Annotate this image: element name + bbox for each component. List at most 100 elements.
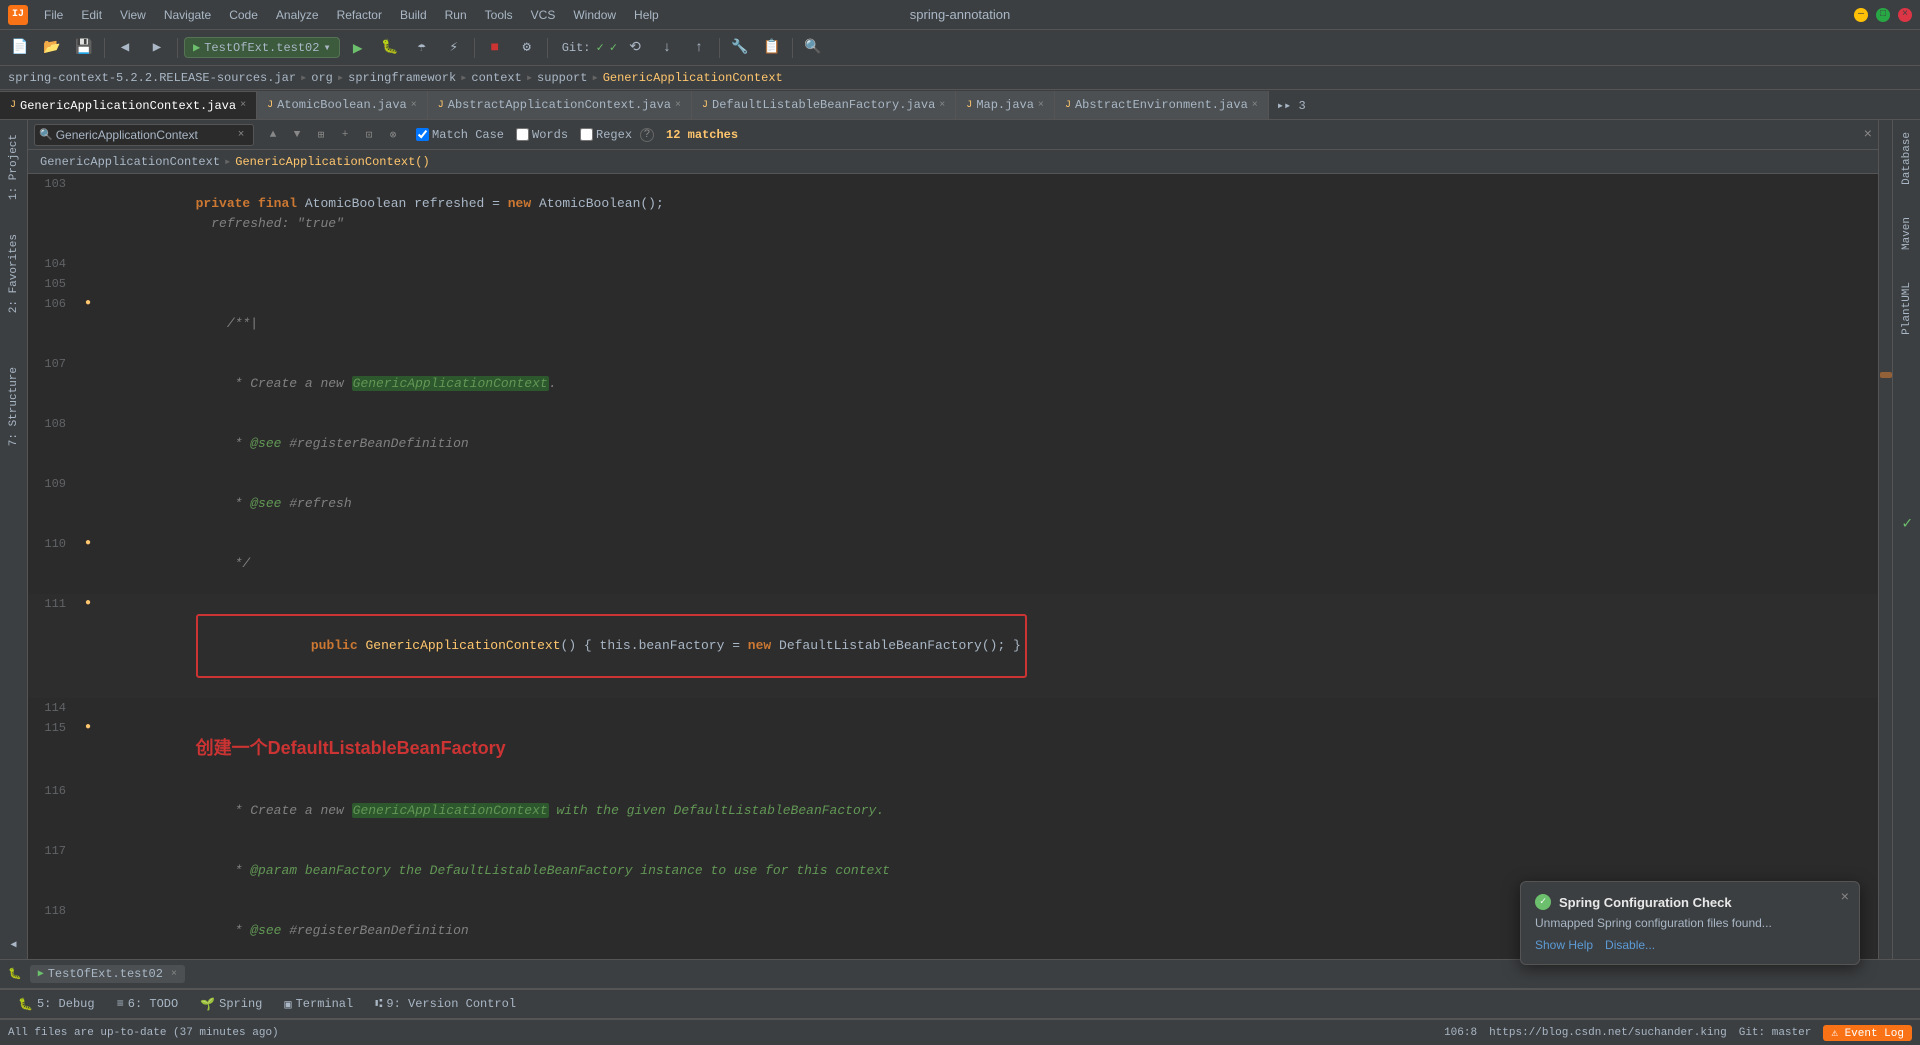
tab-abstract-application-context[interactable]: J AbstractApplicationContext.java ×: [428, 91, 692, 119]
menu-view[interactable]: View: [112, 6, 154, 24]
app-logo: IJ: [8, 5, 28, 25]
coverage-button[interactable]: ☂: [408, 34, 436, 62]
bottom-tab-spring[interactable]: 🌱 Spring: [190, 995, 272, 1014]
breadcrumb-springframework[interactable]: springframework: [348, 71, 456, 85]
menu-tools[interactable]: Tools: [477, 6, 521, 24]
next-match-button[interactable]: ▼: [286, 124, 308, 146]
menu-window[interactable]: Window: [565, 6, 624, 24]
words-checkbox[interactable]: [516, 128, 529, 141]
menu-analyze[interactable]: Analyze: [268, 6, 327, 24]
breadcrumb-support[interactable]: support: [537, 71, 587, 85]
regex-checkbox[interactable]: [580, 128, 593, 141]
match-case-option[interactable]: Match Case: [416, 128, 504, 142]
tab-default-listable[interactable]: J DefaultListableBeanFactory.java ×: [692, 91, 956, 119]
menu-vcs[interactable]: VCS: [523, 6, 564, 24]
menu-code[interactable]: Code: [221, 6, 266, 24]
code-scroll-area[interactable]: 103 private final AtomicBoolean refreshe…: [28, 174, 1878, 959]
menu-navigate[interactable]: Navigate: [156, 6, 219, 24]
debug-tab-testofext[interactable]: ▶ TestOfExt.test02 ×: [30, 965, 185, 983]
profile-button[interactable]: ⚡: [440, 34, 468, 62]
menu-run[interactable]: Run: [437, 6, 475, 24]
stop-button[interactable]: ■: [481, 34, 509, 62]
breadcrumb-jar[interactable]: spring-context-5.2.2.RELEASE-sources.jar: [8, 71, 296, 85]
bottom-tab-terminal[interactable]: ▣ Terminal: [274, 995, 363, 1014]
add-occurrence-button[interactable]: +: [334, 124, 356, 146]
search-close-button[interactable]: ×: [1864, 127, 1872, 143]
menu-build[interactable]: Build: [392, 6, 435, 24]
tab-atomic-boolean[interactable]: J AtomicBoolean.java ×: [257, 91, 428, 119]
line-code-116: * Create a new GenericApplicationContext…: [98, 781, 1878, 841]
minimize-button[interactable]: —: [1854, 8, 1868, 22]
match-case-checkbox[interactable]: [416, 128, 429, 141]
search-help-icon[interactable]: ?: [640, 128, 654, 142]
status-git-branch[interactable]: Git: master: [1739, 1027, 1812, 1039]
debug-button[interactable]: 🐛: [376, 34, 404, 62]
regex-option[interactable]: Regex: [580, 128, 632, 142]
line-num-107: 107: [28, 354, 78, 374]
prev-match-button[interactable]: ▲: [262, 124, 284, 146]
back-button[interactable]: ◀: [111, 34, 139, 62]
tab-close-1[interactable]: ×: [411, 100, 417, 111]
tab-map[interactable]: J Map.java ×: [956, 91, 1055, 119]
open-button[interactable]: 📂: [38, 34, 66, 62]
inner-breadcrumb-method[interactable]: GenericApplicationContext(): [235, 155, 429, 169]
breadcrumb-context[interactable]: context: [471, 71, 521, 85]
settings-button[interactable]: 🔧: [726, 34, 754, 62]
filter-button[interactable]: ⊗: [382, 124, 404, 146]
new-file-button[interactable]: 📄: [6, 34, 34, 62]
bottom-tab-vcs[interactable]: ⑆ 9: Version Control: [365, 995, 526, 1013]
panel-project[interactable]: 1: Project: [5, 128, 23, 206]
panel-maven[interactable]: Maven: [1898, 213, 1916, 254]
tab-abstract-environment[interactable]: J AbstractEnvironment.java ×: [1055, 91, 1269, 119]
search-input[interactable]: [56, 128, 236, 142]
tab-close-4[interactable]: ×: [1038, 100, 1044, 111]
disable-button[interactable]: Disable...: [1605, 938, 1655, 952]
panel-structure[interactable]: 7: Structure: [5, 361, 23, 452]
run-button[interactable]: ▶: [344, 34, 372, 62]
bottom-tab-todo[interactable]: ≡ 6: TODO: [107, 995, 189, 1013]
find-all-button[interactable]: ⊞: [310, 124, 332, 146]
git-update-button[interactable]: ↓: [653, 34, 681, 62]
debug-tab-close[interactable]: ×: [171, 969, 177, 980]
exclude-button[interactable]: ⊡: [358, 124, 380, 146]
tab-close-2[interactable]: ×: [675, 100, 681, 111]
tab-close-0[interactable]: ×: [240, 100, 246, 111]
tab-close-3[interactable]: ×: [939, 100, 945, 111]
code-line-114: 114: [28, 698, 1878, 718]
run-config-selector[interactable]: ▶ TestOfExt.test02 ▾: [184, 37, 340, 58]
forward-button[interactable]: ▶: [143, 34, 171, 62]
menu-file[interactable]: File: [36, 6, 71, 24]
menu-refactor[interactable]: Refactor: [329, 6, 390, 24]
tab-more-button[interactable]: ▸▸ 3: [1269, 91, 1314, 119]
status-message: All files are up-to-date (37 minutes ago…: [8, 1027, 279, 1039]
line-code-106: /**|: [98, 294, 1878, 354]
maximize-button[interactable]: □: [1876, 8, 1890, 22]
panel-favorites[interactable]: 2: Favorites: [5, 228, 23, 319]
tab-generic-application-context[interactable]: J GenericApplicationContext.java ×: [0, 91, 257, 119]
tab-close-5[interactable]: ×: [1252, 100, 1258, 111]
expand-left-panel[interactable]: ◀: [10, 939, 16, 951]
words-option[interactable]: Words: [516, 128, 568, 142]
build-button[interactable]: ⚙: [513, 34, 541, 62]
menu-help[interactable]: Help: [626, 6, 667, 24]
git-history-button[interactable]: ⟲: [621, 34, 649, 62]
scroll-minimap[interactable]: [1878, 120, 1892, 959]
save-all-button[interactable]: 💾: [70, 34, 98, 62]
show-help-button[interactable]: Show Help: [1535, 938, 1593, 952]
event-log-button[interactable]: ⚠ Event Log: [1823, 1025, 1912, 1041]
bottom-tab-debug[interactable]: 🐛 5: Debug: [8, 995, 105, 1014]
inner-breadcrumb-class[interactable]: GenericApplicationContext: [40, 155, 220, 169]
breadcrumb-class[interactable]: GenericApplicationContext: [603, 71, 783, 85]
breadcrumb-org[interactable]: org: [311, 71, 333, 85]
notification-close-button[interactable]: ×: [1841, 890, 1849, 906]
panel-plantuml[interactable]: PlantUML: [1898, 278, 1916, 339]
vcs-button[interactable]: 📋: [758, 34, 786, 62]
search-clear-icon[interactable]: ×: [238, 129, 245, 141]
search-everywhere-button[interactable]: 🔍: [799, 34, 827, 62]
status-url: https://blog.csdn.net/suchander.king: [1489, 1027, 1727, 1039]
git-push-button[interactable]: ↑: [685, 34, 713, 62]
panel-database[interactable]: Database: [1898, 128, 1916, 189]
tab-label-2: AbstractApplicationContext.java: [448, 98, 671, 112]
menu-edit[interactable]: Edit: [73, 6, 110, 24]
close-button[interactable]: ×: [1898, 8, 1912, 22]
